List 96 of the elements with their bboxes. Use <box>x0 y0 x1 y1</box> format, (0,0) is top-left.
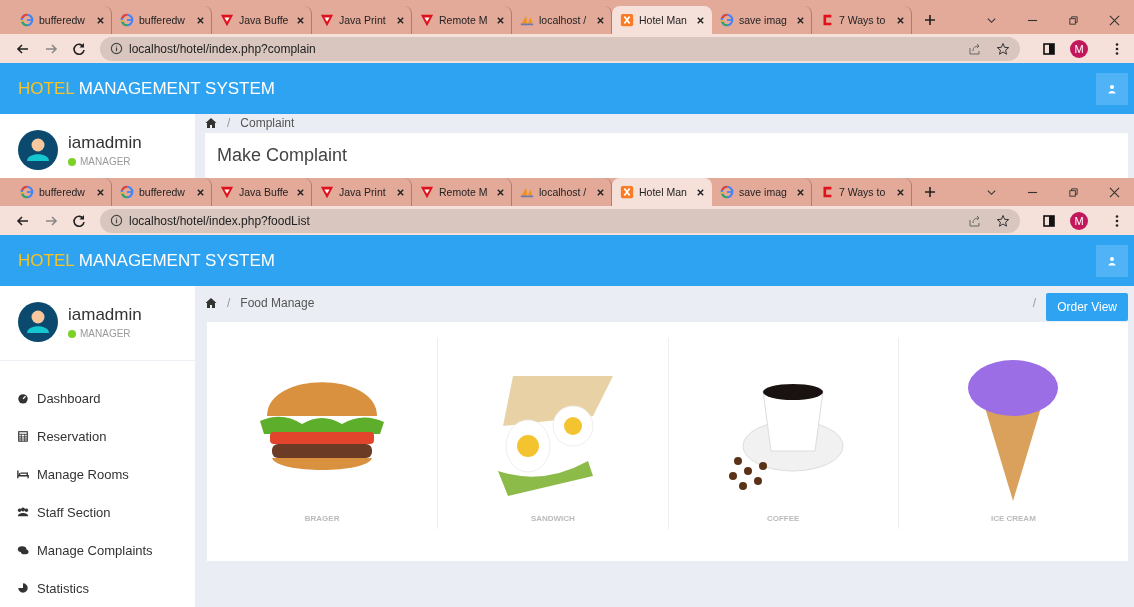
food-name: ICE CREAM <box>990 514 1036 523</box>
close-icon[interactable] <box>796 15 805 25</box>
google-icon <box>120 13 134 27</box>
brand-highlight: HOTEL <box>18 78 75 98</box>
close-icon[interactable] <box>396 187 405 197</box>
breadcrumb-separator: / <box>227 115 231 130</box>
gauge-icon <box>17 392 29 404</box>
close-icon[interactable] <box>896 187 905 197</box>
comments-icon <box>17 544 29 556</box>
bed-icon <box>17 468 29 480</box>
xampp-icon <box>620 185 634 199</box>
user-name: iamadmin <box>68 133 142 153</box>
google-icon <box>120 185 134 199</box>
google-icon <box>720 13 734 27</box>
close-icon[interactable] <box>896 15 905 25</box>
side-panel-icon[interactable] <box>1042 41 1056 56</box>
restore-icon[interactable] <box>1068 186 1079 198</box>
triangle-icon <box>220 185 234 199</box>
user-name: iamadmin <box>68 305 142 325</box>
back-arrow-icon[interactable] <box>16 213 30 228</box>
browser-tab[interactable]: Hotel Man <box>612 6 712 34</box>
card-title: Make Complaint <box>216 144 349 167</box>
info-icon <box>110 214 123 227</box>
info-icon <box>110 42 123 55</box>
close-icon[interactable] <box>396 15 405 25</box>
close-icon[interactable] <box>296 187 305 197</box>
close-icon[interactable] <box>1109 14 1120 26</box>
restore-icon[interactable] <box>1068 14 1079 26</box>
google-icon <box>20 185 34 199</box>
sidebar-menu-item[interactable]: Reservation <box>37 428 107 444</box>
user-icon <box>1107 255 1117 266</box>
close-icon[interactable] <box>696 187 705 197</box>
side-panel-icon[interactable] <box>1042 213 1056 228</box>
calendar-icon <box>17 430 29 442</box>
user-role: MANAGER <box>80 156 131 167</box>
google-icon <box>720 185 734 199</box>
reload-icon[interactable] <box>72 213 86 228</box>
pie-chart-icon <box>17 582 29 594</box>
address-bar[interactable]: localhost/hotel/index.php?foodList <box>100 208 1020 233</box>
sidebar-menu-item[interactable]: Staff Section <box>37 504 111 520</box>
breadcrumb-separator: / <box>1032 296 1037 310</box>
close-icon[interactable] <box>196 15 205 25</box>
back-arrow-icon[interactable] <box>16 41 30 56</box>
reload-icon[interactable] <box>72 41 86 56</box>
triangle-icon <box>320 185 334 199</box>
sidebar-menu-item[interactable]: Dashboard <box>37 390 101 406</box>
url-text: localhost/hotel/index.php?foodList <box>129 213 310 228</box>
online-dot <box>68 329 76 338</box>
google-icon <box>20 13 34 27</box>
forward-arrow-icon[interactable] <box>44 213 58 228</box>
breadcrumb-current: Complaint <box>240 115 295 130</box>
close-icon[interactable] <box>196 187 205 197</box>
close-icon[interactable] <box>296 15 305 25</box>
user-role: MANAGER <box>80 328 131 339</box>
breadcrumb-current: Food Manage <box>240 296 315 310</box>
home-icon[interactable] <box>205 297 217 309</box>
profile-button[interactable]: M <box>1070 211 1088 230</box>
triangle-icon <box>320 13 334 27</box>
new-tab-icon[interactable] <box>924 186 936 198</box>
star-icon[interactable] <box>996 213 1010 228</box>
close-icon[interactable] <box>696 15 705 25</box>
brand-highlight: HOTEL <box>18 250 75 270</box>
triangle-icon <box>220 13 234 27</box>
close-icon[interactable] <box>596 187 605 197</box>
triangle-icon <box>420 185 434 199</box>
food-name: BRAGER <box>304 514 340 523</box>
url-text: localhost/hotel/index.php?complain <box>129 41 316 56</box>
sidebar-menu-item[interactable]: Manage Rooms <box>37 466 129 482</box>
new-tab-icon[interactable] <box>924 14 936 26</box>
sidebar-menu-item[interactable]: Statistics <box>37 580 89 596</box>
star-icon[interactable] <box>996 41 1010 56</box>
close-icon[interactable] <box>496 187 505 197</box>
home-icon[interactable] <box>205 116 217 129</box>
triangle-icon <box>420 13 434 27</box>
profile-button[interactable]: M <box>1070 39 1088 58</box>
food-name: COFFEE <box>766 514 800 523</box>
address-bar[interactable]: localhost/hotel/index.php?complain <box>100 36 1020 61</box>
close-icon[interactable] <box>96 15 105 25</box>
brand-title: MANAGEMENT SYSTEM <box>78 250 275 270</box>
breadcrumb-separator: / <box>227 296 231 310</box>
xampp-icon <box>620 13 634 27</box>
sidebar-menu-item[interactable]: Manage Complaints <box>37 542 153 558</box>
users-icon <box>17 506 29 518</box>
avatar-icon <box>18 130 58 170</box>
forward-arrow-icon[interactable] <box>44 41 58 56</box>
close-icon[interactable] <box>1109 186 1120 198</box>
avatar-icon <box>18 302 58 342</box>
browser-tab[interactable]: Hotel Man <box>612 178 712 206</box>
food-name: SANDWICH <box>530 514 575 523</box>
brand-title: MANAGEMENT SYSTEM <box>78 78 275 98</box>
close-icon[interactable] <box>96 187 105 197</box>
online-dot <box>68 157 76 166</box>
user-icon <box>1107 83 1117 94</box>
close-icon[interactable] <box>596 15 605 25</box>
close-icon[interactable] <box>796 187 805 197</box>
close-icon[interactable] <box>496 15 505 25</box>
